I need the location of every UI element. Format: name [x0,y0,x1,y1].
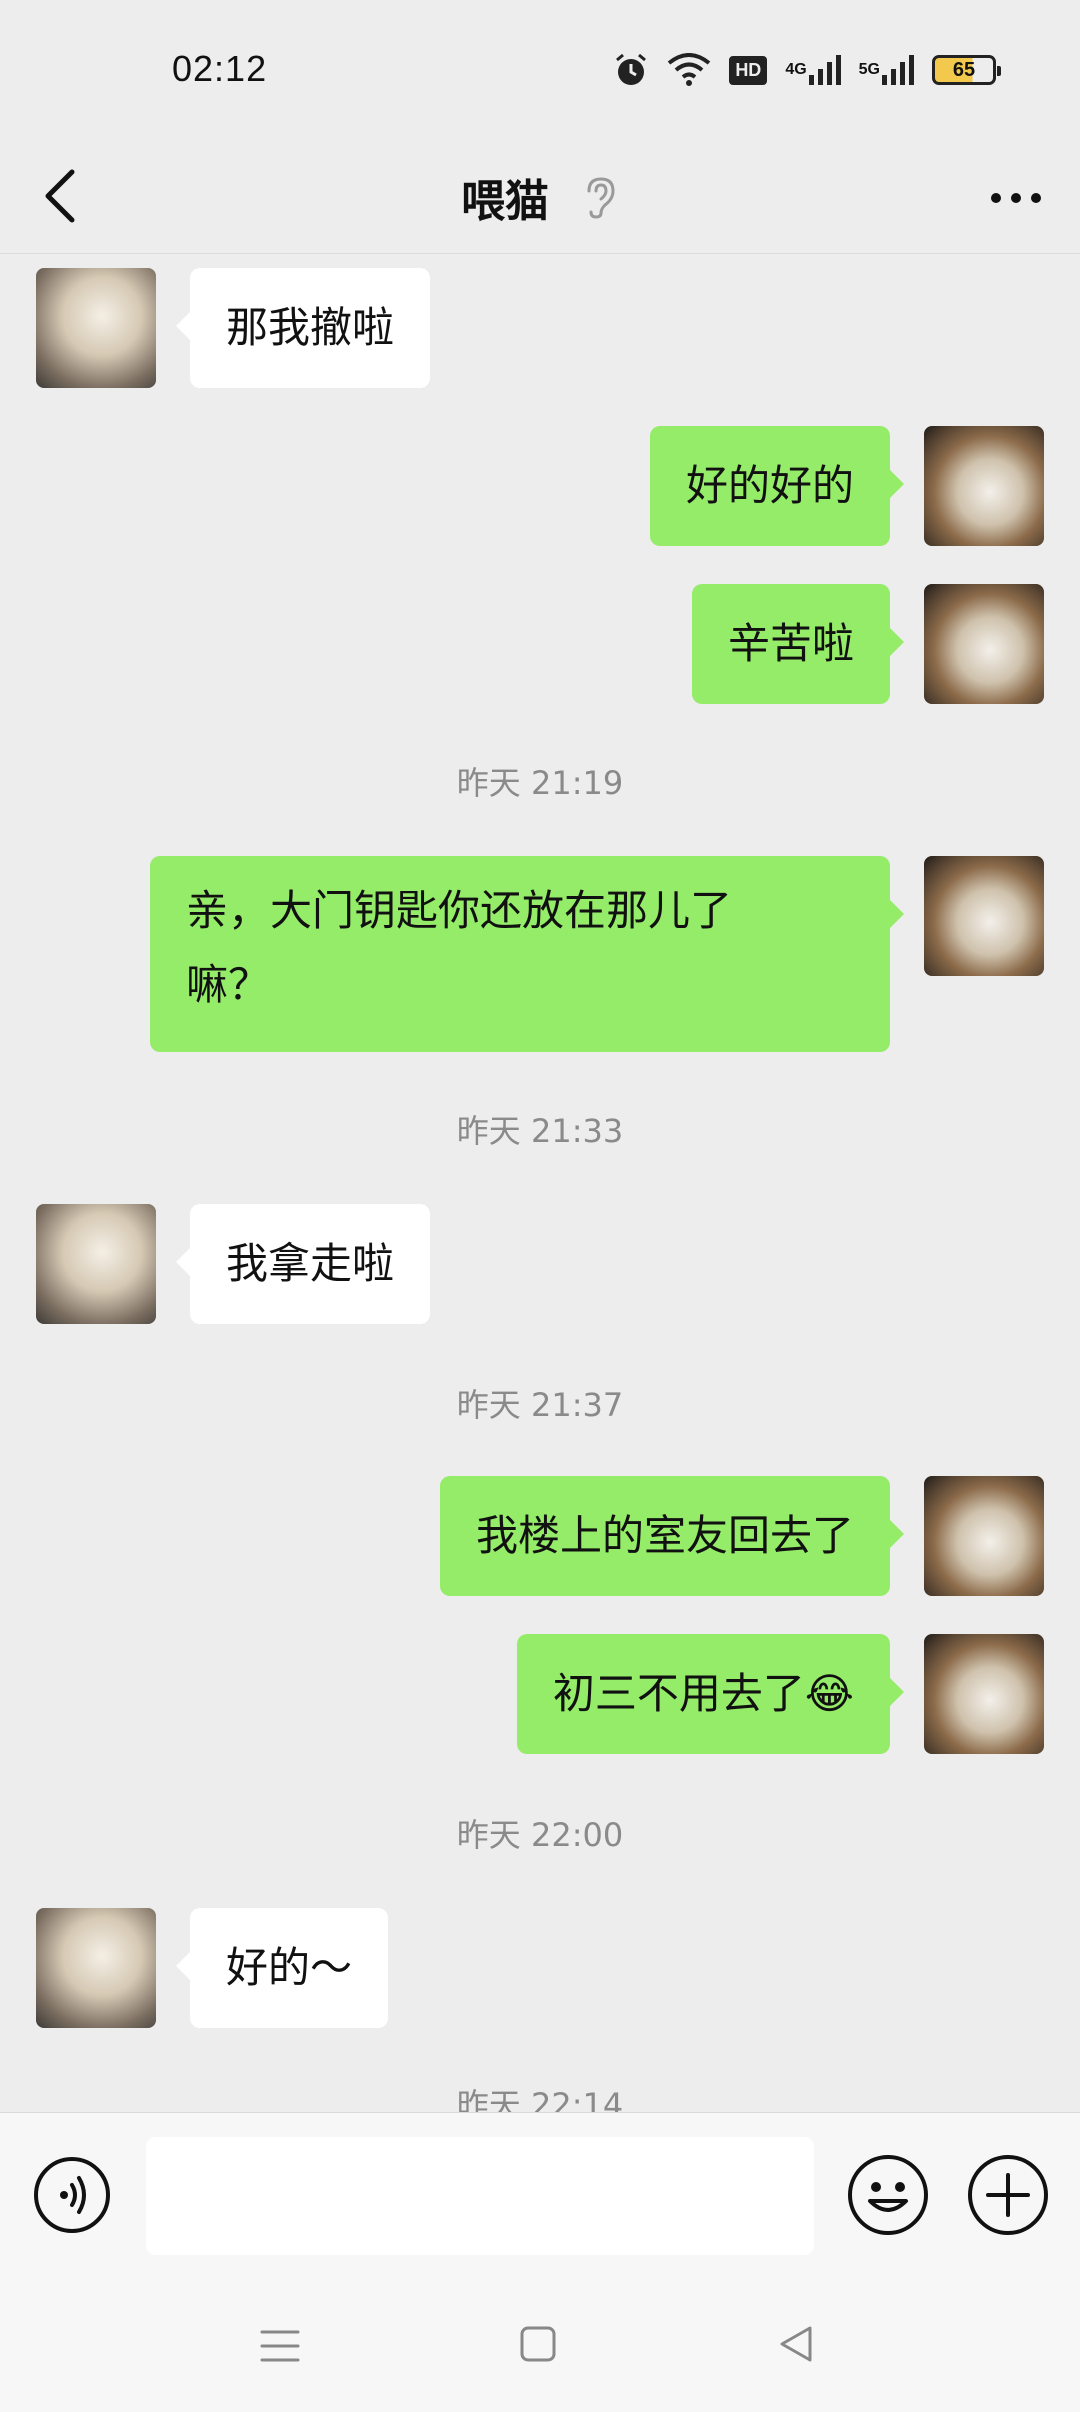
signal-4g-icon: 4G [785,55,841,85]
status-time: 02:12 [172,48,268,89]
net1-label: 4G [785,61,807,78]
timestamp: 昨天 22:14 [456,2086,624,2112]
plus-icon [968,2155,1048,2235]
battery-icon: 65 [932,55,1001,85]
status-icons: HD 4G 5G 65 [613,50,1001,90]
message-text: 初三不用去了 [552,1669,805,1718]
alarm-icon [613,52,649,88]
contact-avatar[interactable] [36,1908,156,2028]
emoji-icon [848,2155,928,2235]
self-avatar[interactable] [924,1634,1044,1754]
emoji-button[interactable] [846,2153,930,2237]
message-bubble[interactable]: 亲，大门钥匙你还放在那儿了 嘛？ [150,856,904,1052]
message-bubble[interactable]: 我楼上的室友回去了 [439,1476,905,1596]
status-bar: 02:12 HD 4G 5G 65 [0,0,1080,142]
chat-header: 喂猫 [0,142,1080,254]
message-list[interactable]: 那我撤啦 好的好的 辛苦啦 昨天 21:19 亲，大门钥匙你还放在那儿了 嘛？ … [0,256,1080,2112]
more-horizontal-icon [991,193,1041,203]
timestamp: 昨天 21:19 [456,764,624,802]
message-line: 亲，大门钥匙你还放在那儿了 [186,886,733,935]
plus-button[interactable] [966,2153,1050,2237]
nav-home-button[interactable] [518,2324,558,2364]
message-bubble[interactable]: 辛苦啦 [691,584,905,704]
timestamp: 昨天 22:00 [456,1816,624,1854]
home-square-icon [520,2326,556,2362]
back-triangle-icon [780,2326,812,2362]
self-avatar[interactable] [924,1476,1044,1596]
net2-label: 5G [858,61,880,78]
system-nav-bar [0,2278,1080,2412]
nav-menu-button[interactable] [258,2326,302,2366]
message-bubble[interactable]: 那我撤啦 [175,268,431,388]
timestamp: 昨天 21:37 [456,1386,624,1424]
message-bubble[interactable]: 好的好的 [649,426,905,546]
input-bar [0,2112,1080,2278]
chat-title: 喂猫 [461,176,549,227]
self-avatar[interactable] [924,584,1044,704]
laughing-emoji-icon: 😂 [804,1669,854,1718]
message-bubble[interactable]: 好的～ [175,1908,389,2028]
timestamp: 昨天 21:33 [456,1112,624,1150]
message-input[interactable] [146,2137,814,2255]
contact-avatar[interactable] [36,1204,156,1324]
voice-icon [34,2157,110,2233]
signal-5g-icon: 5G [859,55,914,85]
ear-icon [587,177,615,219]
voice-button[interactable] [32,2155,112,2235]
menu-icon [260,2330,300,2362]
nav-back-button[interactable] [776,2322,816,2366]
self-avatar[interactable] [924,426,1044,546]
contact-avatar[interactable] [36,268,156,388]
wifi-icon [667,53,711,87]
more-button[interactable] [986,178,1046,218]
hd-icon: HD [729,55,768,85]
message-bubble[interactable]: 初三不用去了😂 [516,1634,905,1754]
message-bubble[interactable]: 我拿走啦 [175,1204,431,1324]
title-wrap: 喂猫 [0,162,1080,232]
self-avatar[interactable] [924,856,1044,976]
message-line: 嘛？ [186,960,271,1009]
